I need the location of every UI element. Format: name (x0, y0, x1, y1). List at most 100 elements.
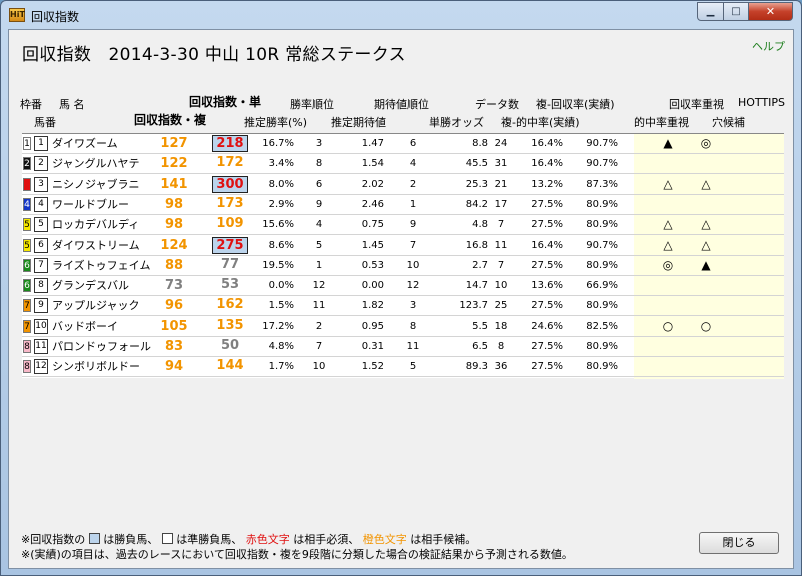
close-window-button[interactable]: ✕ (748, 2, 793, 21)
table-row[interactable]: 7 10 バッドボーイ 105 135 17.2% 2 0.95 8 5.5 18 24.6% 82.5… (22, 317, 784, 337)
ev-rank-cell: 6 (409, 138, 417, 149)
est-win-rate-cell: 15.6% (262, 219, 294, 231)
data-count-cell: 8 (497, 341, 505, 352)
hit-focus-mark: ○ (662, 318, 674, 333)
frame-number: 3 (23, 177, 31, 191)
horse-number: 1 (34, 136, 48, 151)
data-count-cell: 17 (494, 198, 508, 210)
hit-focus-mark: △ (663, 237, 673, 252)
header-dark-horse: 穴候補 (712, 116, 745, 129)
return-focus-mark (694, 337, 718, 357)
return-rate-cell: 80.9% (586, 361, 618, 373)
hit-focus-mark (656, 154, 680, 174)
table-row[interactable]: 5 6 ダイワストリーム 124 275 8.6% 5 1.45 7 16.8 11 16.4% 90.… (22, 236, 784, 256)
data-count-cell: 24 (494, 138, 508, 149)
horse-name: アップルジャック (52, 299, 140, 313)
horse-number: 4 (34, 196, 48, 212)
hit-rate-cell: 27.5% (531, 341, 563, 352)
frame-number: 5 (23, 238, 31, 252)
horse-name: バッドボーイ (52, 319, 118, 333)
return-rate-cell: 87.3% (586, 178, 618, 190)
win-rank-cell: 7 (315, 341, 323, 352)
est-ev-cell: 0.75 (361, 219, 384, 231)
table-row[interactable]: 2 2 ジャングルハヤテ 122 172 3.4% 8 1.54 4 45.5 31 16.4% 90.… (22, 154, 784, 175)
ev-rank-cell: 7 (409, 239, 417, 251)
horse-name: ロッカデバルディ (52, 218, 140, 232)
header-index-place: 回収指数・複 (134, 113, 207, 127)
est-win-rate-cell: 2.9% (268, 198, 294, 210)
header-est-ev: 推定期待値 (331, 116, 386, 129)
index-win-value: 96 (164, 298, 184, 314)
win-odds-cell: 84.2 (465, 198, 488, 210)
data-count-cell: 7 (497, 219, 505, 231)
frame-number: 8 (23, 340, 31, 353)
ev-rank-cell: 4 (409, 158, 417, 170)
title-bar[interactable]: HiT 回収指数 ▁ □ ✕ (1, 1, 801, 29)
win-odds-cell: 8.8 (472, 138, 488, 149)
table-row[interactable]: 7 9 アップルジャック 96 162 1.5% 11 1.82 3 123.7 25 27.5% 80… (22, 296, 784, 317)
hit-rate-cell: 13.6% (531, 280, 563, 292)
win-rank-cell: 8 (315, 158, 323, 170)
frame-number: 1 (23, 137, 31, 150)
minimize-button[interactable]: ▁ (697, 2, 724, 21)
horse-number: 12 (34, 359, 48, 375)
table-row[interactable]: 3 3 ニシノジャブラニ 141 300 8.0% 6 2.02 2 25.3 21 13.2% 87.… (22, 175, 784, 195)
horse-number: 9 (34, 298, 48, 314)
win-rank-cell: 3 (315, 138, 323, 149)
legend-blue-box (88, 533, 100, 544)
table-row[interactable]: 4 4 ワールドブルー 98 173 2.9% 9 2.46 1 84.2 17 27.5% 80.9% (22, 195, 784, 215)
hit-focus-mark (656, 296, 680, 316)
footnote-line-2: ※(実績)の項目は、過去のレースにおいて回収指数・複を9段階に分類した場合の検証… (21, 548, 573, 561)
table-row[interactable]: 6 8 グランデスバル 73 53 0.0% 12 0.00 12 14.7 10 13.6% 66.9… (22, 276, 784, 297)
index-win-value: 98 (164, 217, 184, 233)
est-ev-cell: 0.53 (361, 259, 384, 271)
win-odds-cell: 14.7 (465, 280, 488, 292)
header-est-win-rate: 推定勝率(%) (244, 116, 308, 129)
data-count-cell: 21 (494, 178, 508, 190)
data-count-cell: 18 (494, 320, 508, 332)
ev-rank-cell: 1 (409, 198, 417, 210)
legend-red-text: 赤色文字 (245, 533, 290, 546)
table-row[interactable]: 8 12 シンボリボルドー 94 144 1.7% 10 1.52 5 89.3 36 27.5% 80… (22, 357, 784, 378)
win-odds-cell: 4.8 (472, 219, 488, 231)
horse-name: シンボリボルドー (52, 360, 140, 374)
est-ev-cell: 1.45 (361, 239, 384, 251)
hit-focus-mark: △ (663, 176, 673, 191)
hit-rate-cell: 13.2% (531, 178, 563, 190)
data-count-cell: 10 (494, 280, 508, 292)
table-row[interactable]: 5 5 ロッカデバルディ 98 109 15.6% 4 0.75 9 4.8 7 27.5% 80.9%… (22, 215, 784, 236)
app-logo-icon: HiT (9, 8, 25, 22)
frame-number: 5 (23, 218, 31, 232)
hit-focus-mark: ◎ (662, 257, 674, 272)
ev-rank-cell: 8 (409, 320, 417, 332)
horse-name: グランデスバル (52, 279, 129, 293)
table-row[interactable]: 8 11 パロンドゥフォール 83 50 4.8% 7 0.31 11 6.5 8 27.5% 80.9… (22, 337, 784, 357)
horse-name: ダイワストリーム (52, 238, 140, 252)
data-count-cell: 31 (494, 158, 508, 170)
ev-rank-cell: 12 (406, 280, 420, 292)
close-button[interactable]: 閉じる (699, 532, 779, 554)
win-rank-cell: 5 (315, 239, 323, 251)
maximize-button[interactable]: □ (723, 2, 749, 21)
ev-rank-cell: 3 (409, 300, 417, 312)
return-rate-cell: 80.9% (586, 198, 618, 210)
table-row[interactable]: 6 7 ライズトゥフェイム 88 77 19.5% 1 0.53 10 2.7 7 27.5% 80.9… (22, 256, 784, 276)
hit-rate-cell: 16.4% (531, 239, 563, 251)
index-win-value: 73 (164, 278, 184, 294)
horse-name: パロンドゥフォール (52, 340, 151, 353)
ev-rank-cell: 2 (409, 178, 417, 190)
header-win-odds: 単勝オッズ (429, 116, 484, 129)
win-odds-cell: 6.5 (472, 341, 488, 352)
ev-rank-cell: 10 (406, 259, 420, 271)
help-link[interactable]: ヘルプ (752, 38, 785, 54)
table-row[interactable]: 1 1 ダイワズーム 127 218 16.7% 3 1.47 6 8.8 24 16.4% 90.7%… (22, 134, 784, 154)
data-count-cell: 11 (494, 239, 508, 251)
est-ev-cell: 1.52 (361, 361, 384, 373)
horse-name: ライズトゥフェイム (52, 258, 151, 272)
est-win-rate-cell: 0.0% (268, 280, 294, 292)
return-rate-cell: 90.7% (586, 158, 618, 170)
footnote-text: は相手必須、 (293, 533, 360, 546)
frame-number: 6 (23, 279, 31, 293)
est-win-rate-cell: 1.5% (268, 300, 294, 312)
win-odds-cell: 25.3 (465, 178, 488, 190)
